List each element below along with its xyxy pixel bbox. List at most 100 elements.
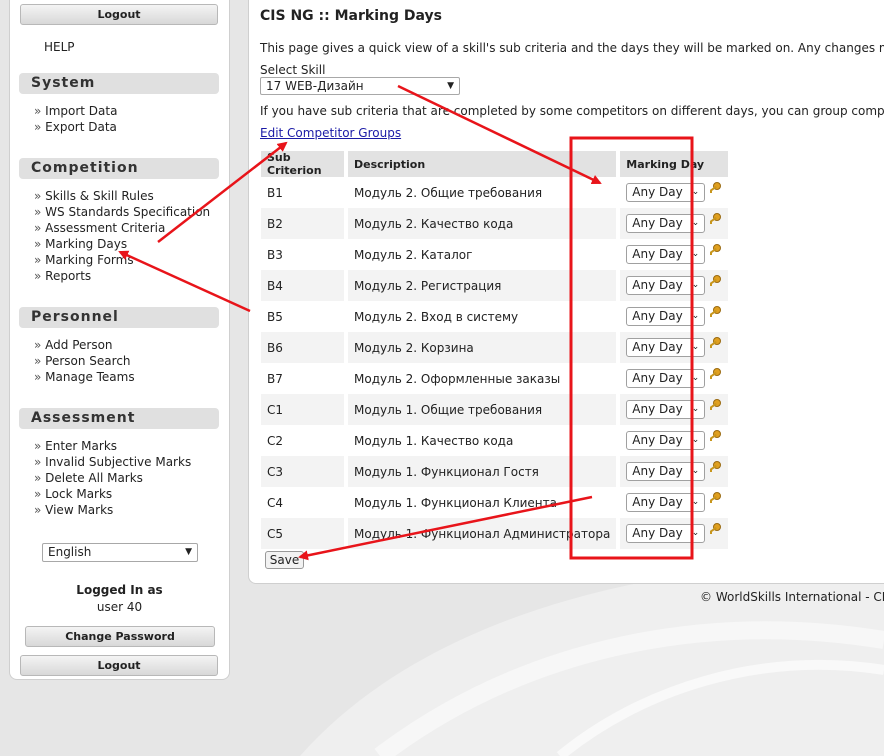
marking-day-cell: Any Day ⌄ [620, 363, 728, 394]
menu-item-assessment-criteria[interactable]: Assessment Criteria [34, 220, 210, 236]
sub-criterion-description: Модуль 2. Качество кода [348, 208, 621, 239]
marking-day-select[interactable]: Any Day ⌄ [626, 214, 706, 233]
change-password-button[interactable]: Change Password [25, 626, 215, 647]
marking-day-select[interactable]: Any Day ⌄ [626, 369, 706, 388]
marking-day-value: Any Day [632, 402, 683, 416]
sub-criterion-code: B5 [261, 301, 348, 332]
table-row: C5 Модуль 1. Функционал Администратора Any… [261, 518, 729, 549]
sub-criterion-code: B3 [261, 239, 348, 270]
section-heading-system: System [19, 73, 219, 94]
marking-day-select[interactable]: Any Day ⌄ [626, 400, 706, 419]
edit-competitor-groups-link[interactable]: Edit Competitor Groups [260, 126, 401, 140]
key-icon[interactable] [708, 460, 722, 477]
key-icon[interactable] [708, 274, 722, 291]
marking-day-select[interactable]: Any Day ⌄ [626, 183, 706, 202]
skill-value: 17 WEB-Дизайн [266, 79, 364, 93]
skill-select[interactable]: 17 WEB-Дизайн ▼ [260, 77, 460, 95]
table-row: B7 Модуль 2. Оформленные заказы Any Day ⌄ [261, 363, 728, 394]
menu-item-enter-marks[interactable]: Enter Marks [34, 438, 191, 454]
menu-item-invalid-subjective-marks[interactable]: Invalid Subjective Marks [34, 454, 191, 470]
key-icon[interactable] [708, 367, 722, 384]
sub-criterion-description: Модуль 2. Вход в систему [348, 301, 621, 332]
save-button[interactable]: Save [265, 551, 304, 569]
logout-button-top[interactable]: Logout [20, 4, 218, 25]
key-icon[interactable] [708, 429, 722, 446]
sub-criterion-description: Модуль 2. Корзина [348, 332, 621, 363]
language-value: English [48, 545, 92, 559]
assessment-menu: Enter Marks Invalid Subjective Marks Del… [34, 438, 191, 518]
competition-menu: Skills & Skill Rules WS Standards Specif… [34, 188, 210, 284]
section-heading-competition: Competition [19, 158, 219, 179]
section-heading-personnel: Personnel [19, 307, 219, 328]
intro-text: This page gives a quick view of a skill'… [260, 41, 884, 55]
chevron-down-icon: ⌄ [691, 404, 700, 414]
marking-day-select[interactable]: Any Day ⌄ [626, 493, 706, 512]
menu-item-reports[interactable]: Reports [34, 268, 210, 284]
key-icon[interactable] [708, 336, 722, 353]
col-header-marking-day: Marking Day [620, 151, 729, 177]
marking-day-select[interactable]: Any Day ⌄ [626, 524, 706, 543]
marking-day-value: Any Day [632, 216, 683, 230]
marking-day-value: Any Day [632, 495, 683, 509]
marking-day-cell: Any Day ⌄ [620, 394, 729, 425]
chevron-down-icon: ⌄ [691, 249, 700, 259]
menu-item-add-person[interactable]: Add Person [34, 337, 135, 353]
menu-item-import-data[interactable]: Import Data [34, 103, 117, 119]
sub-criterion-code: C4 [261, 487, 348, 518]
col-header-sub-criterion: Sub Criterion [261, 151, 348, 177]
marking-day-cell: Any Day ⌄ [620, 332, 729, 363]
marking-day-select[interactable]: Any Day ⌄ [626, 462, 706, 481]
sub-criterion-description: Модуль 1. Функционал Администратора [348, 518, 621, 549]
key-icon[interactable] [708, 491, 722, 508]
system-menu: Import Data Export Data [34, 103, 117, 135]
menu-item-export-data[interactable]: Export Data [34, 119, 117, 135]
marking-day-cell: Any Day ⌄ [620, 208, 729, 239]
marking-day-cell: Any Day ⌄ [620, 456, 729, 487]
key-icon[interactable] [708, 243, 722, 260]
menu-item-marking-forms[interactable]: Marking Forms [34, 252, 210, 268]
marking-day-select[interactable]: Any Day ⌄ [626, 431, 706, 450]
marking-day-select[interactable]: Any Day ⌄ [626, 338, 706, 357]
menu-item-delete-all-marks[interactable]: Delete All Marks [34, 470, 191, 486]
sub-criterion-description: Модуль 2. Каталог [348, 239, 621, 270]
marking-day-select[interactable]: Any Day ⌄ [626, 276, 706, 295]
sub-criterion-description: Модуль 1. Общие требования [348, 394, 621, 425]
menu-item-manage-teams[interactable]: Manage Teams [34, 369, 134, 385]
menu-item-view-marks[interactable]: View Marks [34, 502, 191, 518]
menu-item-skills[interactable]: Skills & Skill Rules [34, 188, 210, 204]
marking-day-value: Any Day [632, 185, 683, 199]
key-icon[interactable] [708, 398, 722, 415]
table-row: B2 Модуль 2. Качество кода Any Day ⌄ [261, 208, 729, 239]
chevron-down-icon: ⌄ [691, 466, 700, 476]
table-row: C3 Модуль 1. Функционал Гостя Any Day ⌄ [261, 456, 729, 487]
table-row: B6 Модуль 2. Корзина Any Day ⌄ [261, 332, 729, 363]
marking-day-cell: Any Day ⌄ [620, 301, 728, 332]
sub-criterion-code: B6 [261, 332, 348, 363]
marking-day-select[interactable]: Any Day ⌄ [626, 307, 706, 326]
table-body: B1 Модуль 2. Общие требования Any Day ⌄ B2 Мо… [261, 177, 729, 549]
key-icon[interactable] [708, 522, 722, 539]
table-row: B4 Модуль 2. Регистрация Any Day ⌄ [261, 270, 729, 301]
language-select[interactable]: English ▼ [42, 543, 198, 562]
marking-day-value: Any Day [632, 278, 683, 292]
key-icon[interactable] [708, 212, 722, 229]
menu-item-lock-marks[interactable]: Lock Marks [34, 486, 191, 502]
table-row: C4 Модуль 1. Функционал Клиента Any Day ⌄ [261, 487, 728, 518]
section-heading-assessment: Assessment [19, 408, 219, 429]
help-link[interactable]: HELP [44, 40, 75, 54]
key-icon[interactable] [708, 305, 722, 322]
marking-day-value: Any Day [632, 371, 683, 385]
marking-day-select[interactable]: Any Day ⌄ [626, 245, 706, 264]
menu-item-person-search[interactable]: Person Search [34, 353, 135, 369]
menu-item-marking-days[interactable]: Marking Days [34, 236, 210, 252]
sub-criterion-code: B1 [261, 177, 348, 208]
sub-criterion-code: B4 [261, 270, 348, 301]
chevron-down-icon: ⌄ [691, 218, 700, 228]
chevron-down-icon: ⌄ [691, 497, 700, 507]
menu-item-ws-standards[interactable]: WS Standards Specification [34, 204, 210, 220]
chevron-down-icon: ⌄ [691, 373, 700, 383]
key-icon[interactable] [708, 181, 722, 198]
logged-in-label: Logged In as [76, 583, 163, 597]
sub-criterion-description: Модуль 1. Функционал Клиента [348, 487, 621, 518]
logout-button-bottom[interactable]: Logout [20, 655, 218, 676]
